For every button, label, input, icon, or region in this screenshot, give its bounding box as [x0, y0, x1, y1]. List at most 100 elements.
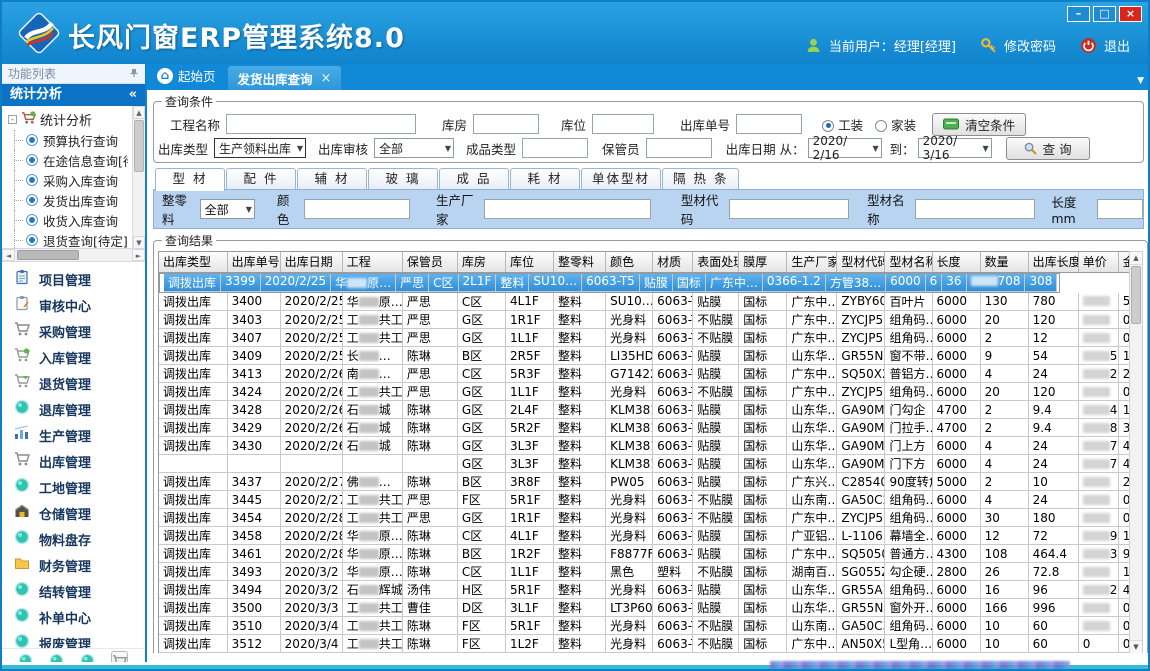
sidebar-menu-8[interactable]: 工地管理	[2, 474, 145, 500]
sidebar-menu-10[interactable]: 物料盘存	[2, 526, 145, 552]
tree-collapse-icon[interactable]: -	[8, 115, 17, 124]
material-tab-0[interactable]: 型 材	[155, 168, 225, 191]
column-header[interactable]: 工程	[342, 252, 402, 272]
column-header[interactable]: 型材代码	[837, 252, 885, 272]
tab-shipping-query[interactable]: 发货出库查询 ×	[228, 66, 342, 90]
scroll-down-icon[interactable]: ▼	[1130, 640, 1142, 653]
material-tab-5[interactable]: 耗 材	[510, 168, 580, 189]
tree-item-5[interactable]: 退货查询[待定]	[4, 230, 128, 249]
tree-item-2[interactable]: 采购入库查询	[4, 170, 128, 190]
radio-gongzhuang[interactable]: 工装	[822, 115, 863, 134]
column-header[interactable]: 整零料	[554, 252, 606, 272]
column-header[interactable]: 型材名称	[885, 252, 932, 272]
column-header[interactable]: 库房	[457, 252, 505, 272]
column-header[interactable]: 表面处理	[693, 252, 739, 272]
column-header[interactable]: 出库长度	[1028, 252, 1078, 272]
date-to-picker[interactable]: 2020/ 3/16▼	[918, 138, 992, 158]
warehouse-input[interactable]	[473, 114, 539, 134]
sidebar-menu-3[interactable]: 入库管理	[2, 344, 145, 370]
column-header[interactable]: 出库单号	[227, 252, 280, 272]
table-row[interactable]: 调拨出库34242020/2/26工共工程严思G区1L1F整料光身料6063-T…	[159, 383, 1129, 401]
radio-jiazhuang[interactable]: 家装	[875, 115, 916, 134]
table-row[interactable]: 调拨出库34002020/2/25华原…严思C区4L1F整料SU10…6063-…	[159, 293, 1129, 311]
sidebar-menu-13[interactable]: 补单中心	[2, 604, 145, 630]
table-row[interactable]: 调拨出库35002020/3/3工共工程曹佳D区3L1F整料LT3P606063…	[159, 599, 1129, 617]
column-header[interactable]: 数量	[980, 252, 1028, 272]
table-row[interactable]: 调拨出库35102020/3/4工共工程陈琳F区5R1F整料光身料6063-T5…	[159, 617, 1129, 635]
search-button[interactable]: 查 询	[1006, 137, 1090, 160]
pin-icon[interactable]	[129, 64, 139, 84]
collapse-icon[interactable]: «	[129, 84, 137, 106]
profile-code-input[interactable]	[729, 199, 849, 219]
scroll-up-icon[interactable]: ▲	[133, 106, 145, 119]
sidebar-menu-5[interactable]: 退库管理	[2, 396, 145, 422]
column-header[interactable]: 保管员	[402, 252, 457, 272]
keeper-input[interactable]	[646, 138, 712, 158]
location-input[interactable]	[592, 114, 654, 134]
logout-link[interactable]: 退出	[1104, 36, 1130, 55]
table-row[interactable]: 调拨出库34302020/2/26石城陈琳G区3L3F整料KLM38176063…	[159, 437, 1129, 455]
table-row[interactable]: 调拨出库34282020/2/26石城陈琳G区2L4F整料KLM38176063…	[159, 401, 1129, 419]
scrollbar-thumb[interactable]	[134, 120, 144, 172]
sidebar-menu-6[interactable]: 生产管理	[2, 422, 145, 448]
table-row[interactable]: 调拨出库34132020/2/26南…严思C区5R3F整料G714226063-…	[159, 365, 1129, 383]
column-header[interactable]: 长度	[932, 252, 980, 272]
table-row[interactable]: G区3L3F整料KLM38176063-T5贴膜国标山东华…GA90M09…门下…	[159, 455, 1129, 473]
profile-name-input[interactable]	[915, 199, 1035, 219]
change-password-link[interactable]: 修改密码	[1004, 36, 1056, 55]
date-from-picker[interactable]: 2020/ 2/16▼	[808, 138, 882, 158]
maximize-button[interactable]: □	[1093, 6, 1116, 22]
tree-horizontal-scrollbar[interactable]: ◄ ►	[2, 249, 145, 262]
material-tab-7[interactable]: 隔 热 条	[662, 168, 739, 189]
sidebar-menu-11[interactable]: 财务管理	[2, 552, 145, 578]
outbound-type-select[interactable]: 生产领料出库▼	[214, 138, 306, 158]
tab-overflow-icon[interactable]: ▼	[1137, 76, 1144, 86]
table-row[interactable]: 调拨出库33992020/2/25华原…严思C区2L1F整料SU10…6063-…	[159, 273, 1060, 293]
tree-vertical-scrollbar[interactable]: ▲ ▼	[132, 106, 145, 249]
manufacturer-input[interactable]	[484, 199, 651, 219]
scroll-down-icon[interactable]: ▼	[133, 236, 145, 249]
tab-home[interactable]: ⌂ 起始页	[147, 66, 228, 90]
material-tab-1[interactable]: 配 件	[226, 168, 296, 189]
table-row[interactable]: 调拨出库35122020/3/4工共工程陈琳F区1L2F整料光身料6063-T5…	[159, 635, 1129, 653]
column-header[interactable]: 库位	[505, 252, 553, 272]
audit-select[interactable]: 全部▼	[374, 138, 454, 158]
tree-root-statistics[interactable]: -统计分析	[4, 108, 128, 130]
scroll-up-icon[interactable]: ▲	[1130, 252, 1142, 265]
sidebar-menu-12[interactable]: 结转管理	[2, 578, 145, 604]
table-row[interactable]: 调拨出库34582020/2/28华原…陈琳C区4L1F整料光身料6063-T5…	[159, 527, 1129, 545]
material-tab-2[interactable]: 辅 材	[297, 168, 367, 189]
material-tab-3[interactable]: 玻 璃	[368, 168, 438, 189]
tree-item-1[interactable]: 在途信息查询[待	[4, 150, 128, 170]
table-row[interactable]: 调拨出库34072020/2/25工共工程严思G区1L1F整料光身料6063-T…	[159, 329, 1129, 347]
zll-select[interactable]: 全部▼	[200, 199, 255, 219]
sidebar-menu-1[interactable]: 审核中心	[2, 292, 145, 318]
table-row[interactable]: 调拨出库34942020/3/2石辉城汤伟H区5R1F整料光身料6063-T5贴…	[159, 581, 1129, 599]
scroll-right-icon[interactable]: ►	[132, 249, 145, 261]
scrollbar-thumb[interactable]	[1131, 266, 1141, 324]
column-header[interactable]: 单价	[1078, 252, 1118, 272]
color-input[interactable]	[304, 199, 410, 219]
tab-close-icon[interactable]: ×	[321, 71, 332, 86]
sidebar-menu-14[interactable]: 报废管理	[2, 630, 145, 648]
close-button[interactable]: ×	[1119, 6, 1142, 22]
project-name-input[interactable]	[226, 114, 416, 134]
table-row[interactable]: 调拨出库34932020/3/2华原…陈琳C区1L1F整料黑色塑料不贴膜国标湖南…	[159, 563, 1129, 581]
table-row[interactable]: 调拨出库34542020/2/28工共工程严思G区1R1F整料光身料6063-T…	[159, 509, 1129, 527]
column-header[interactable]: 出库日期	[280, 252, 342, 272]
table-vertical-scrollbar[interactable]: ▲ ▼	[1129, 251, 1143, 653]
column-header[interactable]: 材质	[653, 252, 693, 272]
tree-item-3[interactable]: 发货出库查询	[4, 190, 128, 210]
sidebar-menu-7[interactable]: 出库管理	[2, 448, 145, 474]
column-header[interactable]: 生产厂家	[787, 252, 837, 272]
column-header[interactable]: 出库类型	[159, 252, 227, 272]
table-row[interactable]: 调拨出库34292020/2/26石城陈琳G区5R2F整料KLM38176063…	[159, 419, 1129, 437]
sidebar-menu-9[interactable]: 仓储管理	[2, 500, 145, 526]
table-row[interactable]: 调拨出库34452020/2/27工共工程严思F区5R1F整料光身料6063-T…	[159, 491, 1129, 509]
table-row[interactable]: 调拨出库34092020/2/25长…陈琳B区2R5F整料LI35HD6063-…	[159, 347, 1129, 365]
table-row[interactable]: 调拨出库34372020/2/27佛…陈琳B区3R8F整料PW056063-T5…	[159, 473, 1129, 491]
column-header[interactable]: 膜厚	[739, 252, 787, 272]
material-tab-6[interactable]: 单体型材	[581, 168, 661, 189]
table-row[interactable]: 调拨出库34032020/2/25工共工程严思G区1R1F整料光身料6063-T…	[159, 311, 1129, 329]
table-row[interactable]: 调拨出库34612020/2/28华原…陈琳B区1R2F整料F8877FT606…	[159, 545, 1129, 563]
